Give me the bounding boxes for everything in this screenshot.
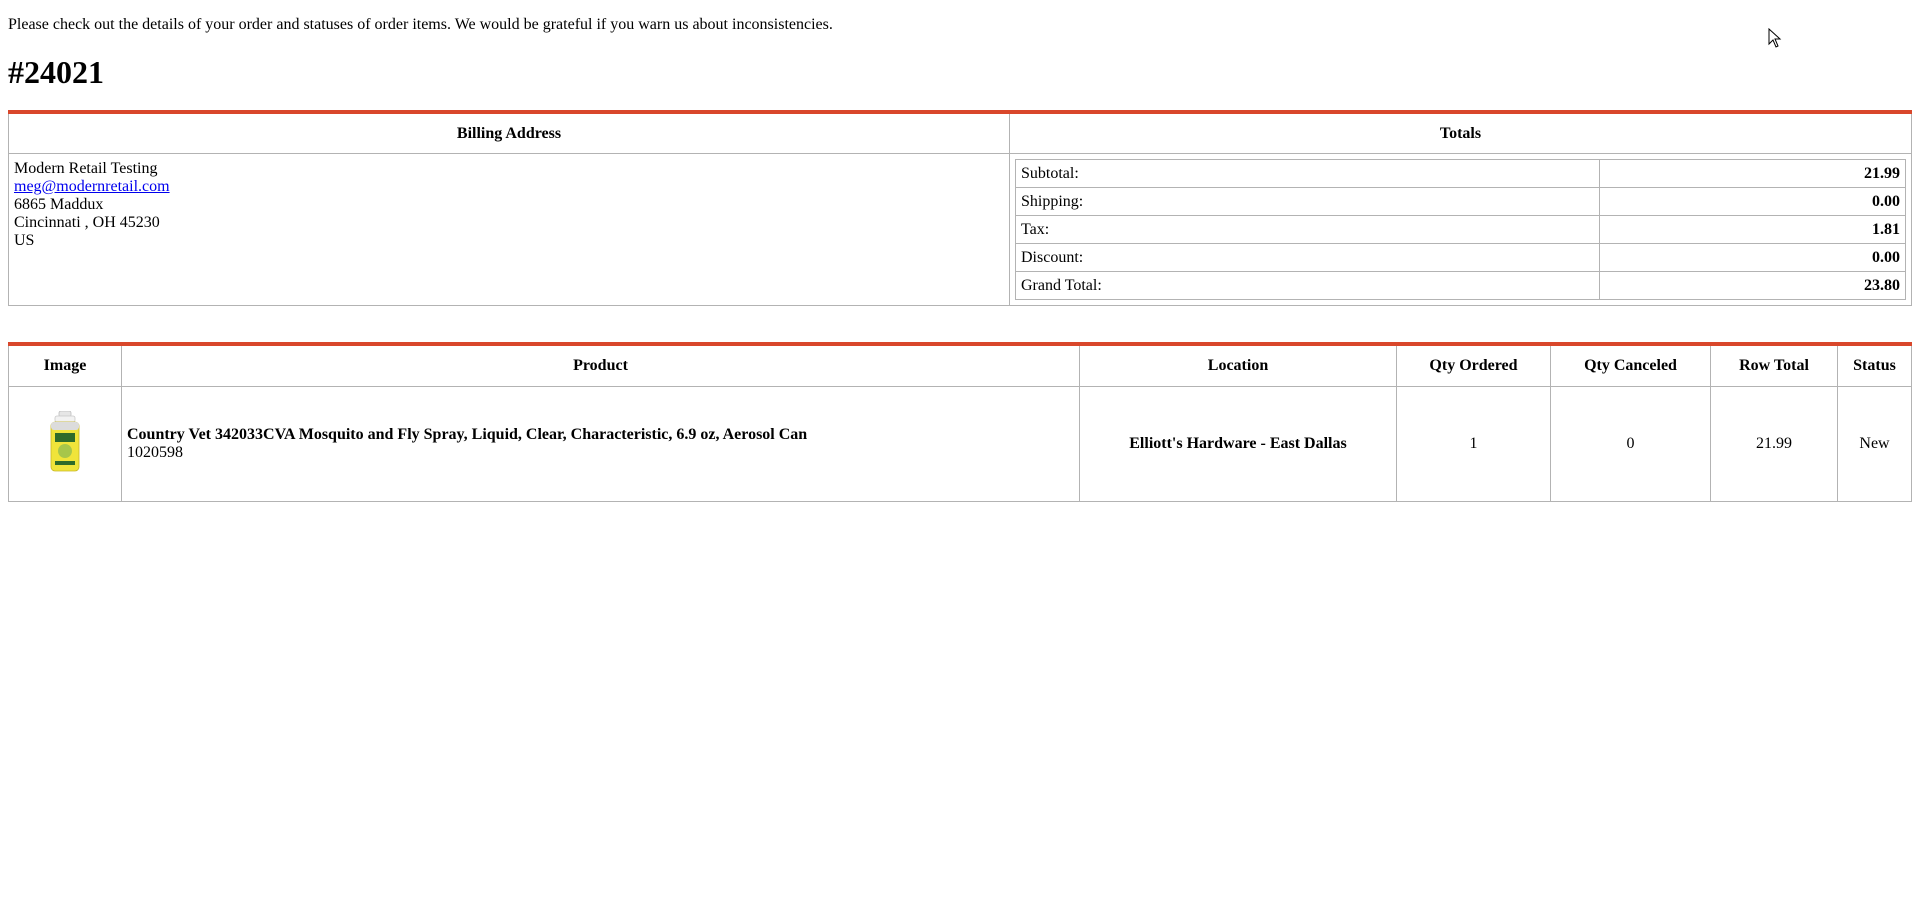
table-row: Country Vet 342033CVA Mosquito and Fly S… xyxy=(8,386,1912,502)
totals-row-tax: Tax: 1.81 xyxy=(1015,215,1906,244)
spray-can-icon xyxy=(47,410,83,473)
billing-address-header: Billing Address xyxy=(8,111,1010,154)
col-header-product: Product xyxy=(121,343,1080,387)
billing-name: Modern Retail Testing xyxy=(14,160,158,177)
billing-city-line: Cincinnati , OH 45230 xyxy=(14,214,160,231)
item-qty-ordered: 1 xyxy=(1396,386,1551,502)
intro-text: Please check out the details of your ord… xyxy=(8,16,833,33)
totals-label: Subtotal: xyxy=(1015,159,1600,188)
item-location: Elliott's Hardware - East Dallas xyxy=(1079,386,1397,502)
totals-row-shipping: Shipping: 0.00 xyxy=(1015,187,1906,216)
item-image-cell xyxy=(8,386,122,502)
totals-label: Shipping: xyxy=(1015,187,1600,216)
totals-table: Subtotal: 21.99 Shipping: 0.00 Tax: 1.81… xyxy=(1015,159,1906,300)
totals-block: Subtotal: 21.99 Shipping: 0.00 Tax: 1.81… xyxy=(1009,153,1912,306)
totals-label: Discount: xyxy=(1015,243,1600,272)
order-summary-table: Billing Address Totals Modern Retail Tes… xyxy=(8,110,1912,306)
item-product-cell: Country Vet 342033CVA Mosquito and Fly S… xyxy=(121,386,1080,502)
totals-value: 0.00 xyxy=(1599,243,1906,272)
billing-address-block: Modern Retail Testing meg@modernretail.c… xyxy=(8,153,1010,306)
totals-header: Totals xyxy=(1009,111,1912,154)
product-name: Country Vet 342033CVA Mosquito and Fly S… xyxy=(127,426,808,443)
col-header-qty-ordered: Qty Ordered xyxy=(1396,343,1551,387)
item-status: New xyxy=(1837,386,1912,502)
totals-row-subtotal: Subtotal: 21.99 xyxy=(1015,159,1906,188)
totals-value: 1.81 xyxy=(1599,215,1906,244)
totals-label: Tax: xyxy=(1015,215,1600,244)
totals-row-discount: Discount: 0.00 xyxy=(1015,243,1906,272)
item-row-total: 21.99 xyxy=(1710,386,1838,502)
totals-label: Grand Total: xyxy=(1015,271,1600,300)
col-header-image: Image xyxy=(8,343,122,387)
order-items-table: Image Product Location Qty Ordered Qty C… xyxy=(8,342,1912,502)
item-qty-canceled: 0 xyxy=(1550,386,1711,502)
totals-value: 23.80 xyxy=(1599,271,1906,300)
billing-country: US xyxy=(14,232,35,249)
totals-value: 21.99 xyxy=(1599,159,1906,188)
mouse-cursor-icon xyxy=(1768,28,1782,48)
items-header-row: Image Product Location Qty Ordered Qty C… xyxy=(8,343,1912,387)
billing-email-link[interactable]: meg@modernretail.com xyxy=(14,178,170,195)
col-header-status: Status xyxy=(1837,343,1912,387)
totals-row-grand-total: Grand Total: 23.80 xyxy=(1015,271,1906,300)
col-header-qty-canceled: Qty Canceled xyxy=(1550,343,1711,387)
totals-value: 0.00 xyxy=(1599,187,1906,216)
product-sku: 1020598 xyxy=(127,444,183,461)
billing-street: 6865 Maddux xyxy=(14,196,104,213)
order-number: #24021 xyxy=(8,54,104,90)
order-page: Please check out the details of your ord… xyxy=(0,16,1920,502)
col-header-row-total: Row Total xyxy=(1710,343,1838,387)
col-header-location: Location xyxy=(1079,343,1397,387)
